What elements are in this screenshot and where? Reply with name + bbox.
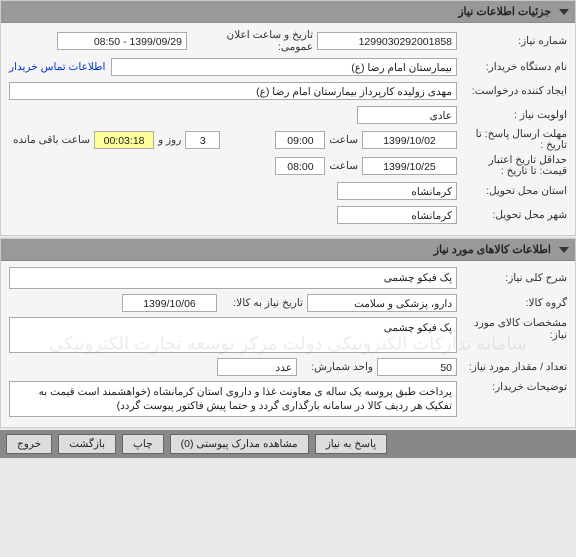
panel2-title: اطلاعات کالاهای مورد نیاز <box>434 244 551 256</box>
creator-field: مهدی زولیده کارپرداز بیمارستان امام رضا … <box>9 82 457 100</box>
panel2-body: سامانه تدارکات الکترونیکی دولت مرکز توسع… <box>1 261 575 427</box>
row-desc: شرح کلی نیاز: پک فیکو چشمی <box>9 267 567 289</box>
deadline-date-field: 1399/10/02 <box>362 131 457 149</box>
province-label: استان محل تحویل: <box>457 185 567 197</box>
city-label: شهر محل تحویل: <box>457 209 567 221</box>
timer-field: 00:03:18 <box>94 131 154 149</box>
row-qty: تعداد / مقدار مورد نیاز: 50 واحد شمارش: … <box>9 357 567 377</box>
days-and-label: روز و <box>154 134 185 146</box>
creator-label: ایجاد کننده درخواست: <box>457 85 567 97</box>
need-details-panel: جزئیات اطلاعات نیاز شماره نیاز: 12990302… <box>0 0 576 236</box>
qty-label: تعداد / مقدار مورد نیاز: <box>457 361 567 373</box>
row-creator: ایجاد کننده درخواست: مهدی زولیده کارپردا… <box>9 81 567 101</box>
need-by-date-field: 1399/10/06 <box>122 294 217 312</box>
group-field: دارو، پزشکی و سلامت <box>307 294 457 312</box>
buyer-notes-field: پرداخت طبق پروسه یک ساله ی معاونت غذا و … <box>9 381 457 417</box>
group-label: گروه کالا: <box>457 297 567 309</box>
province-field: کرمانشاه <box>337 182 457 200</box>
collapse-arrow-icon <box>559 9 569 15</box>
row-buyer: نام دستگاه خریدار: بیمارستان امام رضا (ع… <box>9 57 567 77</box>
unit-field: عدد <box>217 358 297 376</box>
deadline-time-field: 09:00 <box>275 131 325 149</box>
validity-date-field: 1399/10/25 <box>362 157 457 175</box>
button-bar: پاسخ به نیاز مشاهده مدارک پیوستی (0) چاپ… <box>0 430 576 458</box>
days-remaining-field: 3 <box>185 131 220 149</box>
need-by-label: تاریخ نیاز به کالا: <box>217 297 307 309</box>
time-label-1: ساعت <box>325 134 362 146</box>
city-field: کرمانشاه <box>337 206 457 224</box>
public-date-field: 1399/09/29 - 08:50 <box>57 32 187 50</box>
exit-button[interactable]: خروج <box>6 434 52 454</box>
validity-time-field: 08:00 <box>275 157 325 175</box>
collapse-arrow-icon <box>559 247 569 253</box>
unit-label: واحد شمارش: <box>297 361 377 373</box>
spec-label: مشخصات کالای مورد نیاز: <box>457 317 567 341</box>
time-label-2: ساعت <box>325 160 362 172</box>
qty-field: 50 <box>377 358 457 376</box>
panel1-body: شماره نیاز: 1299030292001858 تاریخ و ساع… <box>1 23 575 235</box>
row-province: استان محل تحویل: کرمانشاه <box>9 181 567 201</box>
request-number-field: 1299030292001858 <box>317 32 457 50</box>
panel1-header[interactable]: جزئیات اطلاعات نیاز <box>1 1 575 23</box>
buyer-contact-link[interactable]: اطلاعات تماس خریدار <box>9 61 111 73</box>
row-city: شهر محل تحویل: کرمانشاه <box>9 205 567 225</box>
spec-field: پک فیکو چشمی <box>9 317 457 353</box>
row-request-number: شماره نیاز: 1299030292001858 تاریخ و ساع… <box>9 29 567 53</box>
row-spec: مشخصات کالای مورد نیاز: پک فیکو چشمی <box>9 317 567 353</box>
row-buyer-notes: توضیحات خریدار: پرداخت طبق پروسه یک ساله… <box>9 381 567 417</box>
desc-label: شرح کلی نیاز: <box>457 272 567 284</box>
panel1-title: جزئیات اطلاعات نیاز <box>458 6 551 18</box>
desc-field: پک فیکو چشمی <box>9 267 457 289</box>
buyer-label: نام دستگاه خریدار: <box>457 61 567 73</box>
buyer-field: بیمارستان امام رضا (ع) <box>111 58 457 76</box>
request-number-label: شماره نیاز: <box>457 35 567 47</box>
print-button[interactable]: چاپ <box>122 434 164 454</box>
panel2-header[interactable]: اطلاعات کالاهای مورد نیاز <box>1 239 575 261</box>
back-button[interactable]: بازگشت <box>58 434 116 454</box>
buyer-notes-label: توضیحات خریدار: <box>457 381 567 393</box>
public-date-label: تاریخ و ساعت اعلان عمومی: <box>187 29 317 53</box>
row-priority: اولویت نیاز : عادی <box>9 105 567 125</box>
priority-label: اولویت نیاز : <box>457 109 567 121</box>
respond-button[interactable]: پاسخ به نیاز <box>315 434 387 454</box>
deadline-label: مهلت ارسال پاسخ: تا تاریخ : <box>457 129 567 151</box>
row-validity: حداقل تاریخ اعتبار قیمت: تا تاریخ : 1399… <box>9 155 567 177</box>
attachments-button[interactable]: مشاهده مدارک پیوستی (0) <box>170 434 309 454</box>
row-group: گروه کالا: دارو، پزشکی و سلامت تاریخ نیا… <box>9 293 567 313</box>
remaining-label: ساعت باقی مانده <box>9 134 94 146</box>
priority-field: عادی <box>357 106 457 124</box>
goods-info-panel: اطلاعات کالاهای مورد نیاز سامانه تدارکات… <box>0 238 576 428</box>
row-deadline: مهلت ارسال پاسخ: تا تاریخ : 1399/10/02 س… <box>9 129 567 151</box>
validity-label: حداقل تاریخ اعتبار قیمت: تا تاریخ : <box>457 155 567 177</box>
